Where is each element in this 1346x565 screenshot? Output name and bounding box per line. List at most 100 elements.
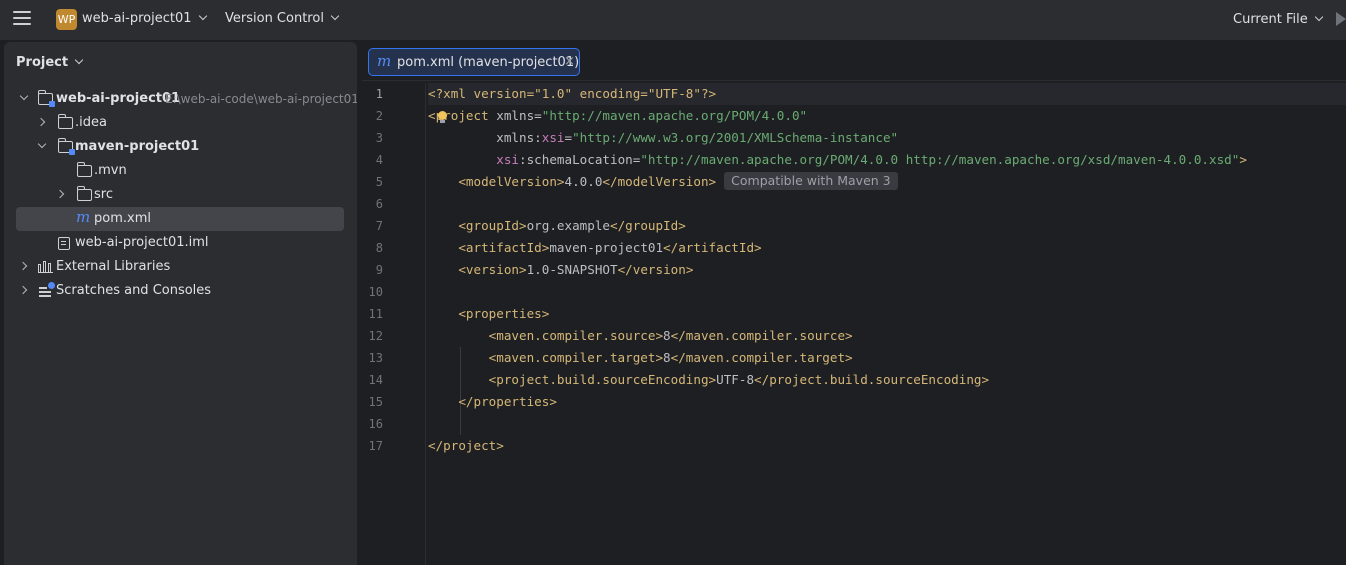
code-editor[interactable]: <?xml version="1.0" encoding="UTF-8"?> <… [428, 83, 1346, 565]
code-text: org.example [526, 218, 610, 233]
tree-item-label: web-ai-project01 [56, 91, 181, 106]
tree-item-label: maven-project01 [75, 139, 200, 154]
code-line-13[interactable]: <maven.compiler.target>8</maven.compiler… [428, 347, 853, 369]
line-number-gutter: 1 2 3 4 5 6 7 8 9 10 11 12 13 14 15 16 1… [362, 83, 426, 565]
code-text: 8 [663, 328, 671, 343]
line-number: 16 [368, 417, 383, 431]
tree-item-mvn[interactable]: .mvn [4, 159, 357, 183]
code-text: xmlns= [488, 108, 542, 123]
intention-bulb-icon[interactable] [438, 111, 447, 123]
main-menu-icon[interactable] [13, 11, 31, 27]
library-icon [38, 261, 53, 273]
tree-item-maven-project01[interactable]: maven-project01 [4, 135, 357, 159]
code-text: </properties> [428, 394, 557, 409]
chevron-right-icon[interactable] [18, 285, 28, 295]
code-text: </groupId> [609, 218, 686, 233]
tree-item-src[interactable]: src [4, 183, 357, 207]
chevron-down-icon [198, 11, 207, 21]
run-configuration-selector[interactable]: Current File [1233, 12, 1323, 27]
code-text: > [1239, 152, 1247, 167]
code-text: <maven.compiler.target> [428, 350, 664, 365]
code-text: </artifactId> [663, 240, 762, 255]
close-icon[interactable]: × [564, 54, 575, 69]
code-line-9[interactable]: <version>1.0-SNAPSHOT</version> [428, 259, 693, 281]
code-text: UTF-8 [716, 372, 755, 387]
chevron-down-icon[interactable] [37, 139, 47, 149]
code-line-11[interactable]: <properties> [428, 303, 549, 325]
chevron-right-icon[interactable] [55, 189, 65, 199]
module-folder-icon [37, 90, 55, 107]
code-text: xmlns: [428, 130, 542, 145]
code-line-15[interactable]: </properties> [428, 391, 557, 413]
code-text: "http://maven.apache.org/POM/4.0.0" [541, 108, 808, 123]
code-text: <groupId> [428, 218, 527, 233]
code-text: <properties> [428, 306, 550, 321]
line-number: 2 [375, 109, 383, 123]
chevron-right-icon[interactable] [18, 261, 28, 271]
module-folder-icon [57, 138, 75, 155]
code-line-3[interactable]: xmlns:xsi="http://www.w3.org/2001/XMLSch… [428, 127, 898, 149]
tree-item-path: E:\web-ai-code\web-ai-project01 [165, 92, 357, 106]
module-file-icon [58, 237, 70, 250]
code-text: </version> [617, 262, 694, 277]
tree-item-external-libraries[interactable]: External Libraries [4, 255, 357, 279]
code-line-7[interactable]: <groupId>org.example</groupId> [428, 215, 686, 237]
chevron-down-icon [74, 55, 84, 65]
code-line-14[interactable]: <project.build.sourceEncoding>UTF-8</pro… [428, 369, 989, 391]
code-line-12[interactable]: <maven.compiler.source>8</maven.compiler… [428, 325, 853, 347]
code-text: <version> [428, 262, 527, 277]
tree-item-idea[interactable]: .idea [4, 111, 357, 135]
code-text: <?xml version="1.0" encoding="UTF-8"?> [428, 86, 717, 101]
code-text: </maven.compiler.source> [670, 328, 853, 343]
project-switcher[interactable]: web-ai-project01 [82, 11, 207, 26]
code-line-4[interactable]: xsi:schemaLocation="http://maven.apache.… [428, 149, 1247, 171]
version-control-menu[interactable]: Version Control [225, 11, 340, 26]
tree-item-label: External Libraries [56, 259, 171, 274]
code-text: 8 [663, 350, 671, 365]
line-number: 5 [375, 175, 383, 189]
tree-item-scratches[interactable]: Scratches and Consoles [4, 279, 357, 303]
line-number: 7 [375, 219, 383, 233]
run-icon[interactable] [1336, 12, 1346, 26]
tree-item-label: .idea [75, 115, 107, 130]
chevron-down-icon[interactable] [19, 91, 29, 101]
code-line-17[interactable]: </project> [428, 435, 504, 457]
code-line-2[interactable]: <project xmlns="http://maven.apache.org/… [428, 105, 807, 127]
code-text: xsi [428, 152, 519, 167]
code-line-8[interactable]: <artifactId>maven-project01</artifactId> [428, 237, 762, 259]
tree-item-label: src [94, 187, 113, 202]
editor-area: m pom.xml (maven-project01) × 1 2 3 4 5 … [362, 42, 1346, 565]
code-line-1[interactable]: <?xml version="1.0" encoding="UTF-8"?> [428, 83, 1346, 105]
line-number: 17 [368, 439, 383, 453]
tree-item-label: web-ai-project01.iml [75, 235, 209, 250]
code-text: "http://www.w3.org/2001/XMLSchema-instan… [572, 130, 899, 145]
chevron-down-icon [1314, 12, 1323, 22]
code-line-5[interactable]: <modelVersion>4.0.0</modelVersion> Compat… [428, 171, 898, 193]
line-number: 11 [368, 307, 383, 321]
project-panel-title[interactable]: Project [16, 55, 84, 70]
code-text: "http://maven.apache.org/POM/4.0.0 http:… [640, 152, 1240, 167]
maven-file-icon: m [76, 208, 91, 226]
tree-item-web-ai-project01[interactable]: web-ai-project01 E:\web-ai-code\web-ai-p… [4, 87, 357, 111]
tree-item-label: .mvn [94, 163, 127, 178]
line-number: 14 [368, 373, 383, 387]
project-tool-window: Project web-ai-project01 E:\web-ai-code\… [4, 42, 357, 565]
project-panel-title-label: Project [16, 55, 69, 70]
code-text: <artifactId> [428, 240, 550, 255]
code-text: </project> [428, 438, 504, 453]
tab-pom-xml[interactable]: m pom.xml (maven-project01) × [368, 48, 580, 76]
code-text: <maven.compiler.source> [428, 328, 664, 343]
folder-icon [76, 186, 92, 201]
chevron-right-icon[interactable] [36, 117, 46, 127]
project-badge: WP [56, 9, 77, 30]
tree-item-iml[interactable]: web-ai-project01.iml [4, 231, 357, 255]
inlay-hint[interactable]: Compatible with Maven 3 [724, 172, 898, 190]
line-number: 4 [375, 153, 383, 167]
scratches-icon [39, 282, 55, 297]
tree-item-pom-xml[interactable]: m pom.xml [16, 207, 344, 231]
line-number: 1 [375, 87, 383, 101]
code-text: <project.build.sourceEncoding> [428, 372, 717, 387]
code-text: </project.build.sourceEncoding> [754, 372, 990, 387]
code-text: xsi [541, 130, 565, 145]
code-text: maven-project01 [549, 240, 664, 255]
